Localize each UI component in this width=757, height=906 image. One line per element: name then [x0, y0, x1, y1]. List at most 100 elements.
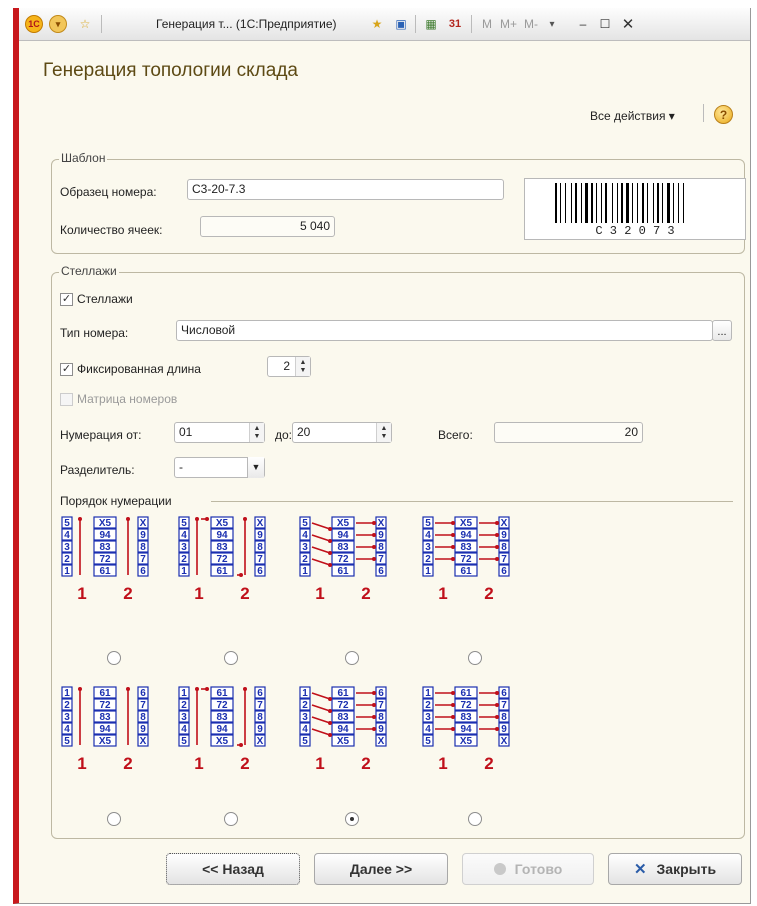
- pattern-cell-glyph: 1: [425, 688, 431, 699]
- pattern-cell-glyph: 2: [302, 700, 308, 711]
- fixed-length-checkbox[interactable]: ✓: [60, 363, 73, 376]
- pattern-arrow: [311, 546, 331, 554]
- barcode-bar: [632, 183, 633, 223]
- numbering-order-radio-1[interactable]: [107, 651, 121, 665]
- pattern-cell-glyph: X: [501, 518, 508, 529]
- stepper-down-icon: ▼: [299, 366, 307, 374]
- matrix-checkbox: [60, 393, 73, 406]
- pattern-cell-glyph: 61: [99, 566, 111, 577]
- rack-number-label: 1: [194, 584, 203, 603]
- pattern-cell-glyph: 1: [302, 566, 308, 577]
- number-type-select-button[interactable]: ...: [712, 320, 732, 341]
- minimize-icon[interactable]: –: [575, 16, 591, 32]
- 1c-logo-icon[interactable]: 1С: [25, 15, 43, 33]
- fixed-length-stepper[interactable]: ▲ ▼: [295, 357, 310, 376]
- pattern-cell-glyph: 4: [302, 724, 308, 735]
- bookmark-icon[interactable]: ▣: [393, 16, 409, 32]
- title-separator: [415, 15, 416, 33]
- maximize-icon[interactable]: ☐: [597, 16, 613, 32]
- barcode-bar: [612, 183, 613, 223]
- barcode-bar: [626, 183, 629, 223]
- back-button[interactable]: << Назад: [166, 853, 300, 885]
- pattern-arrow-head: [328, 733, 332, 737]
- barcode-bar: [653, 183, 654, 223]
- number-type-field[interactable]: Числовой: [176, 320, 713, 341]
- pattern-cell-glyph: X: [140, 518, 147, 529]
- all-actions-menu[interactable]: Все действия ▾: [590, 109, 675, 123]
- pattern-cell-glyph: 7: [501, 554, 507, 565]
- pattern-arrow-head: [328, 539, 332, 543]
- pattern-cell-glyph: X: [257, 736, 264, 747]
- menu-dropdown-icon[interactable]: ▾: [49, 15, 67, 33]
- numbering-order-title: Порядок нумерации: [60, 494, 172, 508]
- help-icon[interactable]: ?: [714, 105, 733, 124]
- racks-group: Стеллажи: [51, 264, 745, 839]
- total-field: 20: [494, 422, 643, 443]
- rack-number-label: 2: [361, 584, 370, 603]
- close-icon[interactable]: ✕: [620, 16, 636, 33]
- pattern-arrow-head: [195, 517, 199, 521]
- numbering-order-radio-5[interactable]: [107, 812, 121, 826]
- rack-number-label: 1: [77, 754, 86, 773]
- calculator-icon[interactable]: ▦: [423, 16, 439, 32]
- pattern-graphic: 1234561728394X56789X1 2: [299, 686, 387, 773]
- pattern-arrow: [311, 522, 331, 530]
- memory-m-button[interactable]: M: [482, 17, 492, 31]
- pattern-cell-glyph: 7: [378, 554, 384, 565]
- rack-number-label: 2: [240, 584, 249, 603]
- favorite-star-icon[interactable]: ☆: [77, 16, 93, 32]
- numbering-order-radio-8[interactable]: [468, 812, 482, 826]
- pattern-cell-glyph: 4: [302, 530, 308, 541]
- pattern-cell-glyph: 7: [378, 700, 384, 711]
- calendar-icon[interactable]: 31: [447, 16, 463, 32]
- numbering-order-pattern-icon: 1 2 3 4 5 61 72 83 94 X5 6 7 8 9 X 1 2: [177, 685, 269, 775]
- pattern-cell-glyph: 83: [216, 712, 228, 723]
- pattern-cell-glyph: 6: [257, 566, 263, 577]
- stepper-down-icon: ▼: [380, 432, 388, 440]
- pattern-arrow-head: [328, 697, 332, 701]
- rack-number-label: 2: [123, 754, 132, 773]
- pattern-cell-glyph: 9: [501, 724, 507, 735]
- numbering-order-radio-4[interactable]: [468, 651, 482, 665]
- racks-group-title: Стеллажи: [59, 264, 119, 278]
- pattern-arrow-head: [495, 727, 499, 731]
- numbering-order-radio-3[interactable]: [345, 651, 359, 665]
- memory-mminus-button[interactable]: M-: [524, 17, 538, 31]
- next-button[interactable]: Далее >>: [314, 853, 448, 885]
- pattern-arrow: [311, 692, 331, 700]
- pattern-cell-glyph: 94: [99, 530, 111, 541]
- pattern-cell-glyph: 6: [501, 688, 507, 699]
- pattern-cell-glyph: 8: [378, 542, 384, 553]
- numbering-order-radio-6[interactable]: [224, 812, 238, 826]
- racks-checkbox[interactable]: ✓: [60, 293, 73, 306]
- chevron-down-icon[interactable]: ▾: [544, 16, 560, 32]
- close-button[interactable]: ✕ Закрыть: [608, 853, 742, 885]
- pattern-cell-glyph: 72: [460, 554, 472, 565]
- add-favorite-icon[interactable]: ★: [369, 16, 385, 32]
- pattern-cell-glyph: X: [501, 736, 508, 747]
- pattern-cell-glyph: 72: [460, 700, 472, 711]
- numbering-from-value: 01: [179, 425, 193, 439]
- memory-mplus-button[interactable]: M+: [500, 17, 517, 31]
- pattern-cell-glyph: 1: [425, 566, 431, 577]
- numbering-order-radio-2[interactable]: [224, 651, 238, 665]
- pattern-arrow-head: [495, 533, 499, 537]
- separator-dropdown-button[interactable]: ▼: [247, 457, 264, 478]
- rack-number-label: 2: [484, 754, 493, 773]
- number-sample-field[interactable]: С3-20-7.3: [187, 179, 504, 200]
- pattern-cell-glyph: 94: [99, 724, 111, 735]
- numbering-order-radio-7[interactable]: [345, 812, 359, 826]
- rack-number-label: 1: [77, 584, 86, 603]
- pattern-graphic: 54321X594837261X98761 2: [61, 516, 149, 603]
- barcode-bar: [565, 183, 566, 223]
- barcode-bar: [667, 183, 670, 223]
- numbering-to-stepper[interactable]: ▲ ▼: [376, 423, 391, 442]
- pattern-cell-glyph: 72: [216, 700, 228, 711]
- barcode-bar: [617, 183, 618, 223]
- pattern-arrow-head: [328, 563, 332, 567]
- done-button: Готово: [462, 853, 594, 885]
- numbering-from-stepper[interactable]: ▲ ▼: [249, 423, 264, 442]
- numbering-order-divider: [211, 501, 733, 502]
- pattern-cell-glyph: 1: [64, 688, 70, 699]
- pattern-cell-glyph: 94: [460, 724, 472, 735]
